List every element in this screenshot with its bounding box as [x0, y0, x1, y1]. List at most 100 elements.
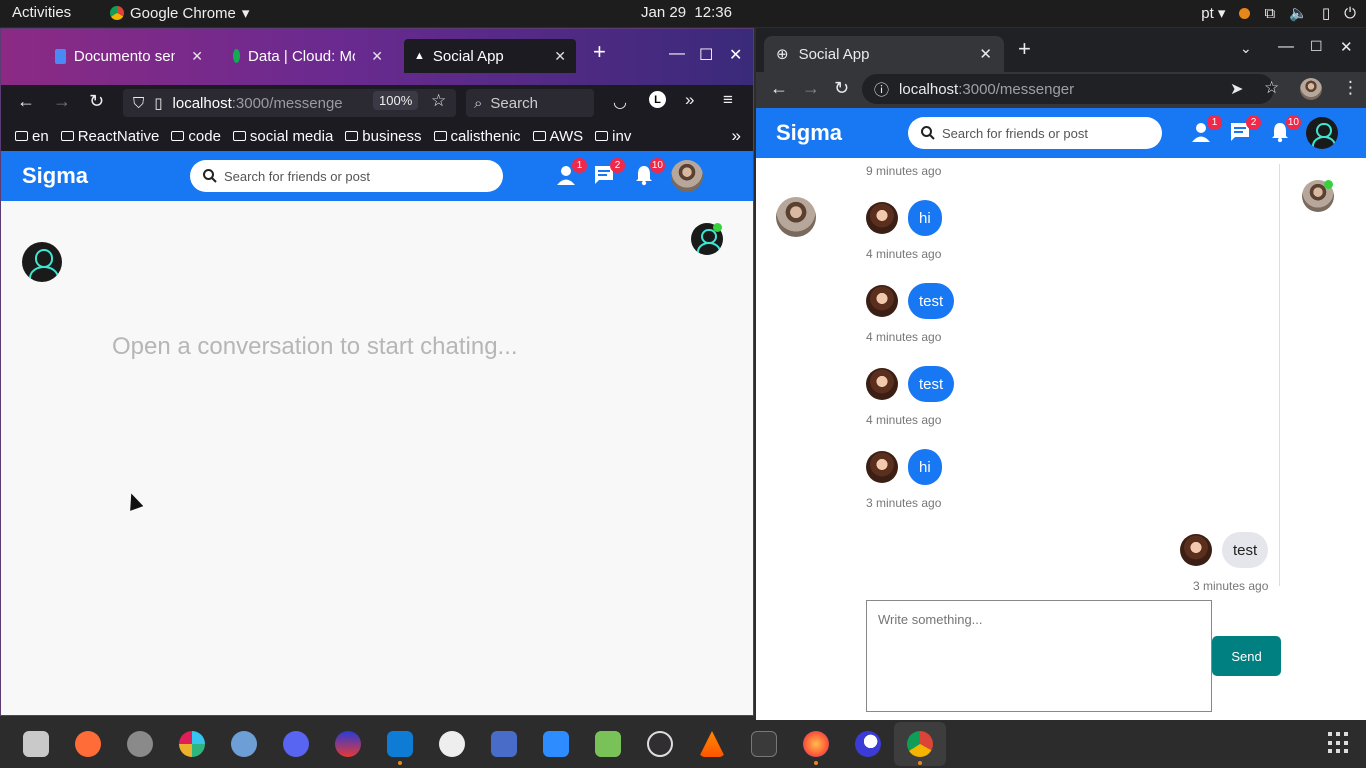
dock-discord[interactable] — [270, 722, 322, 766]
close-window-button[interactable]: ✕ — [1340, 38, 1353, 56]
reload-icon[interactable]: ↻ — [834, 78, 849, 99]
system-tray[interactable]: pt ▾ ⧉ 🔈 ▯ ⏻ — [1201, 4, 1356, 23]
docs-icon — [55, 48, 66, 64]
tab-social-app[interactable]: ▲ Social App ✕ — [404, 39, 576, 73]
tab-mongodb[interactable]: Data | Cloud: Mon ✕ — [223, 39, 393, 73]
friend-requests-icon[interactable]: 1 — [555, 158, 587, 188]
dock-webcam[interactable] — [426, 722, 478, 766]
tab-search-icon[interactable]: ⌄ — [1240, 40, 1252, 57]
overflow-icon[interactable]: » — [685, 90, 694, 110]
forward-arrow-icon[interactable]: → — [802, 78, 820, 99]
app-logo[interactable]: Sigma — [22, 163, 88, 189]
tab-social-app[interactable]: ⊕ Social App ✕ — [764, 36, 1004, 72]
menu-icon[interactable]: ≡ — [723, 90, 733, 110]
language-indicator[interactable]: pt ▾ — [1201, 4, 1225, 22]
maximize-button[interactable]: ☐ — [699, 45, 713, 65]
close-window-button[interactable]: ✕ — [729, 45, 742, 65]
message-bubble: hi — [908, 200, 942, 236]
url-host: localhost — [172, 94, 232, 112]
bookmark-star-icon[interactable]: ☆ — [431, 91, 446, 111]
messages-icon[interactable]: 2 — [593, 158, 625, 188]
dock-postman[interactable] — [62, 722, 114, 766]
dock-terminal[interactable] — [738, 722, 790, 766]
bookmark-folder-aws[interactable]: AWS — [532, 128, 583, 145]
close-icon[interactable]: ✕ — [979, 45, 992, 63]
tab-documento[interactable]: Documento sem t ✕ — [45, 39, 213, 73]
current-user-avatar[interactable] — [1306, 117, 1338, 149]
dock-audio-app[interactable] — [322, 722, 374, 766]
notifications-icon[interactable]: 10 — [633, 158, 665, 188]
clock[interactable]: Jan 29 12:36 — [641, 4, 732, 21]
minimize-button[interactable]: — — [1278, 38, 1294, 56]
back-arrow-icon[interactable]: ← — [770, 78, 788, 99]
dock-vscode[interactable] — [374, 722, 426, 766]
dock-zoom[interactable] — [530, 722, 582, 766]
bookmark-folder-reactnative[interactable]: ReactNative — [60, 128, 159, 145]
app-header: Sigma Search for friends or post 1 2 10 — [1, 151, 753, 201]
bookmark-folder-social-media[interactable]: social media — [232, 128, 333, 145]
search-input[interactable]: Search for friends or post — [190, 160, 503, 192]
friend-requests-icon[interactable]: 1 — [1190, 115, 1222, 145]
dock-qbittorrent[interactable] — [218, 722, 270, 766]
close-icon[interactable]: ✕ — [554, 48, 566, 65]
new-tab-button[interactable]: + — [593, 39, 606, 65]
bookmark-star-icon[interactable]: ☆ — [1264, 78, 1279, 98]
zoom-indicator[interactable]: 100% — [373, 91, 419, 110]
shield-icon[interactable]: ⛉ — [133, 95, 144, 112]
app-logo[interactable]: Sigma — [776, 120, 842, 146]
url-bar[interactable]: ⓘ localhost:3000/messenger — [862, 74, 1274, 104]
dock-slack[interactable] — [166, 722, 218, 766]
postman-icon — [75, 731, 101, 757]
forward-arrow-icon[interactable]: → — [53, 91, 71, 112]
dock-android-studio[interactable] — [582, 722, 634, 766]
new-tab-button[interactable]: + — [1018, 36, 1031, 62]
dock-vlc[interactable] — [686, 722, 738, 766]
dock-chrome[interactable] — [894, 722, 946, 766]
triangle-icon: ▲ — [414, 50, 425, 62]
dock-settings[interactable] — [114, 722, 166, 766]
show-apps-icon[interactable] — [1328, 732, 1350, 754]
chrome-icon — [907, 731, 933, 757]
dock-audio-editor[interactable] — [478, 722, 530, 766]
messages-icon[interactable]: 2 — [1229, 115, 1261, 145]
reload-icon[interactable]: ↻ — [89, 91, 104, 112]
message-item: hi — [866, 200, 942, 236]
search-input[interactable]: Search for friends or post — [908, 117, 1162, 149]
info-icon[interactable]: ⓘ — [874, 79, 889, 100]
profile-avatar[interactable] — [671, 160, 703, 192]
bookmark-folder-code[interactable]: code — [171, 128, 221, 145]
close-icon[interactable]: ✕ — [191, 48, 203, 65]
send-tab-icon[interactable]: ➤ — [1230, 79, 1243, 99]
app-menu[interactable]: Google Chrome ▾ — [110, 4, 249, 22]
activities-button[interactable]: Activities — [12, 4, 71, 21]
folder-icon — [60, 131, 74, 141]
profile-avatar[interactable] — [1300, 78, 1322, 100]
dock-firefox[interactable] — [790, 722, 842, 766]
discord-icon — [283, 731, 309, 757]
bookmark-folder-business[interactable]: business — [345, 128, 422, 145]
bookmark-folder-en[interactable]: en — [15, 128, 49, 145]
search-bar[interactable]: ⌕ Search — [466, 89, 594, 117]
running-indicator — [918, 761, 922, 765]
dock-files[interactable] — [10, 722, 62, 766]
close-icon[interactable]: ✕ — [371, 48, 383, 65]
account-icon[interactable]: L — [649, 91, 666, 108]
bookmark-folder-inv[interactable]: inv — [595, 128, 631, 145]
pocket-icon[interactable]: ◡ — [613, 92, 627, 112]
maximize-button[interactable]: ☐ — [1310, 38, 1323, 55]
conversation-avatar[interactable] — [22, 242, 62, 282]
bookmarks-overflow-icon[interactable]: » — [732, 126, 741, 146]
notifications-icon[interactable]: 10 — [1269, 115, 1301, 145]
bookmark-folder-calisthenic[interactable]: calisthenic — [433, 128, 521, 145]
friend-requests-badge: 1 — [572, 158, 587, 173]
conversation-avatar[interactable] — [776, 197, 816, 237]
dock-eclipse[interactable] — [842, 722, 894, 766]
send-button[interactable]: Send — [1212, 636, 1281, 676]
dock-obs[interactable] — [634, 722, 686, 766]
minimize-button[interactable]: — — [669, 45, 685, 63]
zoom-icon — [543, 731, 569, 757]
kebab-menu-icon[interactable]: ⋮ — [1342, 78, 1359, 98]
message-input[interactable] — [866, 600, 1212, 712]
obs-icon — [647, 731, 673, 757]
back-arrow-icon[interactable]: ← — [17, 91, 35, 112]
